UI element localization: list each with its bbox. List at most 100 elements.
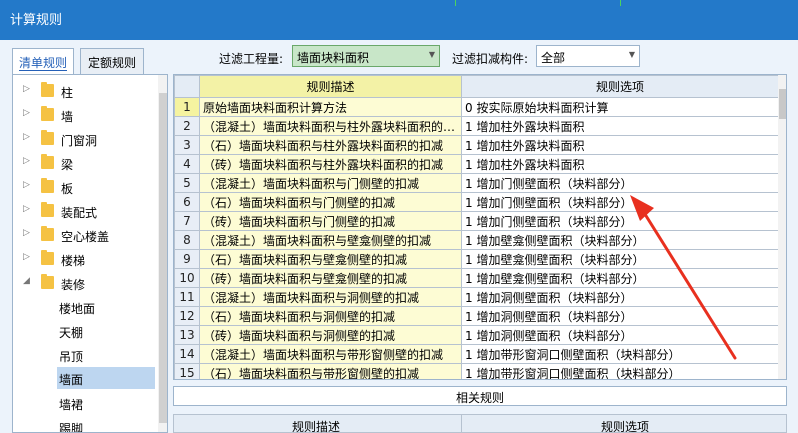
folder-icon (41, 274, 54, 289)
rule-desc-cell[interactable]: （砖）墙面块料面积与洞侧壁的扣减 (199, 325, 462, 345)
table-row[interactable]: 4 （砖）墙面块料面积与柱外露块料面积的扣减 1 增加柱外露块料面积 (174, 154, 779, 174)
rule-option-cell[interactable]: 1 增加门侧壁面积（块料部分） (461, 173, 779, 193)
tab-list-rules[interactable]: 清单规则 (12, 48, 74, 75)
rule-desc-cell[interactable]: （混凝土）墙面块料面积与柱外露块料面积的… (199, 116, 462, 136)
chevron-right-icon[interactable]: ▷ (23, 228, 30, 238)
filter-component-select[interactable]: 全部 ▼ (536, 45, 640, 67)
chevron-down-icon: ▼ (428, 50, 435, 59)
rule-desc-cell[interactable]: 原始墙面块料面积计算方法 (199, 97, 462, 117)
chevron-right-icon[interactable]: ▷ (23, 180, 30, 190)
tree-child-suspended-ceiling[interactable]: 吊顶 (57, 344, 155, 366)
tree-scrollbar[interactable] (158, 75, 167, 432)
folder-icon (41, 202, 54, 217)
table-row[interactable]: 15 （石）墙面块料面积与带形窗侧壁的扣减 1 增加带形窗洞口侧壁面积（块料部分） (174, 363, 779, 379)
rule-desc-cell[interactable]: （砖）墙面块料面积与柱外露块料面积的扣减 (199, 154, 462, 174)
table-row[interactable]: 12 （石）墙面块料面积与洞侧壁的扣减 1 增加洞侧壁面积（块料部分） (174, 306, 779, 326)
rule-option-cell[interactable]: 1 增加洞侧壁面积（块料部分） (461, 306, 779, 326)
rule-option-cell[interactable]: 1 增加洞侧壁面积（块料部分） (461, 287, 779, 307)
tree-item-column[interactable]: ▷ 柱 (13, 79, 159, 103)
rule-desc-cell[interactable]: （石）墙面块料面积与壁龛侧壁的扣减 (199, 249, 462, 269)
column-header-desc[interactable]: 规则描述 (199, 75, 462, 98)
tree-child-dado[interactable]: 墙裙 (57, 392, 155, 414)
table-row[interactable]: 6 （石）墙面块料面积与门侧壁的扣减 1 增加门侧壁面积（块料部分） (174, 192, 779, 212)
rule-desc-cell[interactable]: （砖）墙面块料面积与壁龛侧壁的扣减 (199, 268, 462, 288)
chevron-down-icon: ▼ (628, 50, 635, 59)
grid-corner (174, 75, 200, 98)
rule-option-cell[interactable]: 1 增加壁龛侧壁面积（块料部分） (461, 268, 779, 288)
rule-desc-cell[interactable]: （混凝土）墙面块料面积与门侧壁的扣减 (199, 173, 462, 193)
rule-desc-cell[interactable]: （石）墙面块料面积与柱外露块料面积的扣减 (199, 135, 462, 155)
rule-desc-cell[interactable]: （石）墙面块料面积与洞侧壁的扣减 (199, 306, 462, 326)
row-number: 2 (174, 116, 200, 136)
rule-option-cell[interactable]: 1 增加洞侧壁面积（块料部分） (461, 325, 779, 345)
rules-grid: 规则描述 规则选项 1 原始墙面块料面积计算方法 0 按实际原始块料面积计算 2 （混… (173, 74, 787, 380)
tree-scrollbar-thumb[interactable] (159, 93, 167, 423)
filter-component-label: 过滤扣减构件: (452, 52, 529, 66)
rule-option-cell[interactable]: 1 增加壁龛侧壁面积（块料部分） (461, 230, 779, 250)
table-row[interactable]: 14 （混凝土）墙面块料面积与带形窗侧壁的扣减 1 增加带形窗洞口侧壁面积（块料部分… (174, 344, 779, 364)
table-row[interactable]: 1 原始墙面块料面积计算方法 0 按实际原始块料面积计算 (174, 97, 779, 117)
rule-option-cell[interactable]: 1 增加带形窗洞口侧壁面积（块料部分） (461, 363, 779, 379)
folder-icon (41, 226, 54, 241)
table-row[interactable]: 7 （砖）墙面块料面积与门侧壁的扣减 1 增加门侧壁面积（块料部分） (174, 211, 779, 231)
tab-quota-rules[interactable]: 定额规则 (80, 48, 144, 74)
chevron-right-icon[interactable]: ▷ (23, 132, 30, 142)
row-number: 3 (174, 135, 200, 155)
rule-option-cell[interactable]: 1 增加门侧壁面积（块料部分） (461, 211, 779, 231)
rule-option-cell[interactable]: 1 增加门侧壁面积（块料部分） (461, 192, 779, 212)
chevron-right-icon[interactable]: ▷ (23, 204, 30, 214)
grid-header-row: 规则描述 规则选项 (174, 75, 779, 98)
tree-item-decoration[interactable]: ◢ 装修 (13, 271, 159, 295)
rule-desc-cell[interactable]: （石）墙面块料面积与带形窗侧壁的扣减 (199, 363, 462, 379)
related-column-header-desc[interactable]: 规则描述 (292, 418, 340, 433)
rule-option-cell[interactable]: 1 增加柱外露块料面积 (461, 135, 779, 155)
table-row[interactable]: 2 （混凝土）墙面块料面积与柱外露块料面积的… 1 增加柱外露块料面积 (174, 116, 779, 136)
table-row[interactable]: 5 （混凝土）墙面块料面积与门侧壁的扣减 1 增加门侧壁面积（块料部分） (174, 173, 779, 193)
chevron-right-icon[interactable]: ▷ (23, 84, 30, 94)
chevron-expanded-icon[interactable]: ◢ (23, 276, 30, 286)
title-bar: 计算规则 (0, 0, 798, 40)
chevron-right-icon[interactable]: ▷ (23, 108, 30, 118)
rule-desc-cell[interactable]: （砖）墙面块料面积与门侧壁的扣减 (199, 211, 462, 231)
rule-option-cell[interactable]: 1 增加柱外露块料面积 (461, 154, 779, 174)
tree-item-slab[interactable]: ▷ 板 (13, 175, 159, 199)
rule-desc-cell[interactable]: （混凝土）墙面块料面积与洞侧壁的扣减 (199, 287, 462, 307)
tree-item-door-window[interactable]: ▷ 门窗洞 (13, 127, 159, 151)
title-bar-decoration (455, 0, 456, 6)
row-number: 15 (174, 363, 200, 379)
chevron-right-icon[interactable]: ▷ (23, 252, 30, 262)
column-header-option[interactable]: 规则选项 (461, 75, 779, 98)
table-row[interactable]: 8 （混凝土）墙面块料面积与壁龛侧壁的扣减 1 增加壁龛侧壁面积（块料部分） (174, 230, 779, 250)
tree-item-hollow-floor[interactable]: ▷ 空心楼盖 (13, 223, 159, 247)
row-number: 4 (174, 154, 200, 174)
related-rules-header[interactable]: 相关规则 (173, 386, 787, 406)
rule-desc-cell[interactable]: （石）墙面块料面积与门侧壁的扣减 (199, 192, 462, 212)
tree-item-beam[interactable]: ▷ 梁 (13, 151, 159, 175)
rule-option-cell[interactable]: 1 增加柱外露块料面积 (461, 116, 779, 136)
row-number: 6 (174, 192, 200, 212)
tree-child-floor[interactable]: 楼地面 (57, 296, 155, 318)
filter-project-select[interactable]: 墙面块料面积 ▼ (292, 45, 440, 67)
grid-scrollbar-thumb[interactable] (779, 89, 786, 119)
tree-child-skirting[interactable]: 踢脚 (57, 416, 155, 432)
folder-icon (41, 178, 54, 193)
table-row[interactable]: 9 （石）墙面块料面积与壁龛侧壁的扣减 1 增加壁龛侧壁面积（块料部分） (174, 249, 779, 269)
rule-option-cell[interactable]: 1 增加壁龛侧壁面积（块料部分） (461, 249, 779, 269)
table-row[interactable]: 3 （石）墙面块料面积与柱外露块料面积的扣减 1 增加柱外露块料面积 (174, 135, 779, 155)
rule-option-cell[interactable]: 1 增加带形窗洞口侧壁面积（块料部分） (461, 344, 779, 364)
tree-item-wall[interactable]: ▷ 墙 (13, 103, 159, 127)
related-column-header-option[interactable]: 规则选项 (601, 418, 649, 433)
table-row[interactable]: 13 （砖）墙面块料面积与洞侧壁的扣减 1 增加洞侧壁面积（块料部分） (174, 325, 779, 345)
tree-item-prefab[interactable]: ▷ 装配式 (13, 199, 159, 223)
grid-scrollbar[interactable] (778, 75, 786, 379)
tree-item-stairs[interactable]: ▷ 楼梯 (13, 247, 159, 271)
rule-desc-cell[interactable]: （混凝土）墙面块料面积与带形窗侧壁的扣减 (199, 344, 462, 364)
chevron-right-icon[interactable]: ▷ (23, 156, 30, 166)
tree-child-ceiling[interactable]: 天棚 (57, 320, 155, 342)
rule-option-cell[interactable]: 0 按实际原始块料面积计算 (461, 97, 779, 117)
table-row[interactable]: 11 （混凝土）墙面块料面积与洞侧壁的扣减 1 增加洞侧壁面积（块料部分） (174, 287, 779, 307)
tree-child-wall-surface[interactable]: 墙面 (57, 367, 155, 389)
table-row[interactable]: 10 （砖）墙面块料面积与壁龛侧壁的扣减 1 增加壁龛侧壁面积（块料部分） (174, 268, 779, 288)
folder-icon (41, 82, 54, 97)
rule-desc-cell[interactable]: （混凝土）墙面块料面积与壁龛侧壁的扣减 (199, 230, 462, 250)
